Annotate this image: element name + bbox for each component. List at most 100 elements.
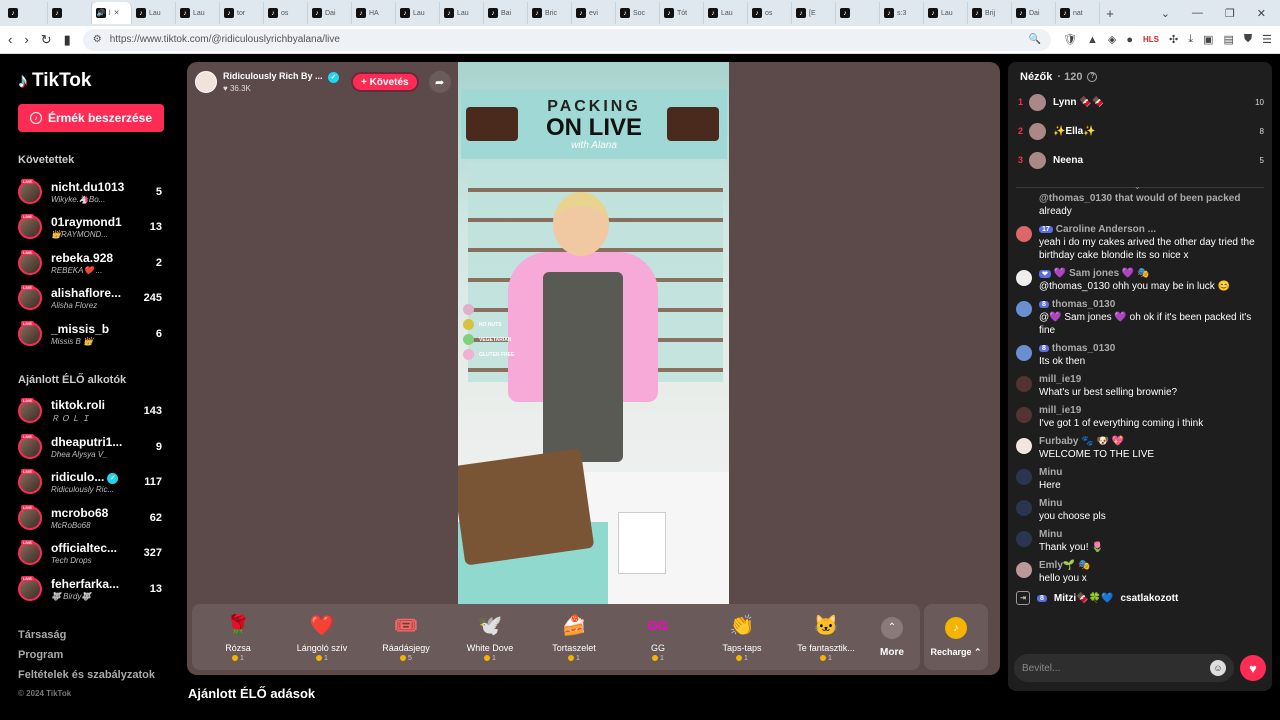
browser-tab[interactable]: ♪ nat bbox=[1056, 2, 1100, 24]
new-tab-button[interactable]: + bbox=[1100, 6, 1120, 21]
recharge-button[interactable]: ♪ Recharge ⌃ bbox=[924, 604, 988, 670]
vpn-icon[interactable]: ⛊ bbox=[1244, 33, 1252, 46]
chat-message[interactable]: Minu Here bbox=[1016, 467, 1266, 492]
gift-item[interactable]: GG GG 1 bbox=[616, 613, 700, 662]
browser-tab[interactable]: ♪ Bai bbox=[484, 2, 528, 24]
sidebar-icon[interactable]: ▣ bbox=[1203, 33, 1213, 46]
following-item[interactable]: LIVE _missis_b Missis B 👑 6 bbox=[18, 316, 182, 352]
suggested-creator-item[interactable]: LIVE tiktok.roli Ｒ Ｏ Ｌ Ｉ 143 bbox=[18, 394, 182, 430]
zoom-icon[interactable]: 🔍 bbox=[1029, 34, 1041, 45]
browser-tab[interactable]: 🔊 l ✕ bbox=[92, 2, 132, 24]
suggested-creator-item[interactable]: LIVE ridiculo... ✓ Ridiculously Ric... 117 bbox=[18, 465, 182, 501]
chat-message[interactable]: Furbaby 🐾 🐶 💖 WELCOME TO THE LIVE bbox=[1016, 436, 1266, 461]
more-gifts-button[interactable]: ⌃ More bbox=[868, 616, 916, 658]
suggested-creator-item[interactable]: LIVE mcrobo68 McRoBo68 62 bbox=[18, 500, 182, 536]
chat-message[interactable]: Emly🌱 🎭 hello you x bbox=[1016, 560, 1266, 585]
gift-item[interactable]: 🍰 Tortaszelet 1 bbox=[532, 613, 616, 662]
viewers-header[interactable]: Nézők · 120 ? bbox=[1020, 71, 1098, 83]
browser-tab[interactable]: ♪ Lau bbox=[396, 2, 440, 24]
info-icon[interactable]: ? bbox=[1087, 72, 1098, 82]
bookmark-icon[interactable]: ▮ bbox=[64, 32, 71, 48]
browser-tab[interactable]: ♪ Tót bbox=[660, 2, 704, 24]
footer-link-terms[interactable]: Feltételek és szabályzatok bbox=[18, 669, 182, 689]
browser-tab[interactable]: ♪ Lau bbox=[132, 2, 176, 24]
browser-tab[interactable]: ♪ bbox=[836, 2, 880, 24]
minimize-icon[interactable]: — bbox=[1192, 7, 1203, 19]
chevron-down-icon[interactable]: ⌄ bbox=[1134, 182, 1141, 191]
browser-tab[interactable]: ♪ evi bbox=[572, 2, 616, 24]
browser-tab[interactable]: ♪ Dai bbox=[1012, 2, 1056, 24]
chat-message[interactable]: mill_ie19 What's ur best selling brownie? bbox=[1016, 374, 1266, 399]
top-viewer-item[interactable]: 1 Lynn 🍫🍫 10 bbox=[1018, 92, 1264, 112]
top-viewer-item[interactable]: 3 Neena 5 bbox=[1018, 150, 1264, 170]
footer-link-company[interactable]: Társaság bbox=[18, 629, 182, 649]
site-info-icon[interactable]: ⚙ bbox=[93, 34, 102, 45]
back-icon[interactable]: ‹ bbox=[8, 32, 12, 47]
chat-messages[interactable]: @thomas_0130 that would of been packed al… bbox=[1016, 193, 1266, 648]
browser-tab[interactable]: ♪ s:3 bbox=[880, 2, 924, 24]
gift-item[interactable]: 🕊️ White Dove 1 bbox=[448, 613, 532, 662]
browser-tab[interactable]: ♪ Lau bbox=[440, 2, 484, 24]
triangle-icon[interactable]: ▲ bbox=[1087, 34, 1098, 46]
gift-item[interactable]: 🌹 Rózsa 1 bbox=[196, 613, 280, 662]
live-video[interactable]: PACKING ON LIVE with Alana NO NUTS VEGET… bbox=[458, 62, 729, 604]
browser-tab[interactable]: ♪ os bbox=[264, 2, 308, 24]
suggested-creator-item[interactable]: LIVE officialtec... Tech Drops 327 bbox=[18, 536, 182, 572]
chat-message[interactable]: Minu Thank you! 🌷 bbox=[1016, 529, 1266, 554]
following-item[interactable]: LIVE alishaflore... Alisha Florez 245 bbox=[18, 281, 182, 317]
get-coins-button[interactable]: ♪ Érmék beszerzése bbox=[18, 104, 164, 132]
hls-extension-icon[interactable]: HLS bbox=[1143, 35, 1159, 44]
chat-message[interactable]: 17 Caroline Anderson ... yeah i do my cake… bbox=[1016, 224, 1266, 262]
gift-item[interactable]: ❤️ Lángoló szív 1 bbox=[280, 613, 364, 662]
browser-tab[interactable]: ♪ bbox=[48, 2, 92, 24]
close-icon[interactable]: ✕ bbox=[1257, 7, 1266, 20]
browser-tab[interactable]: ♪ Bric bbox=[528, 2, 572, 24]
following-item[interactable]: LIVE 01raymond1 👑RAYMOND... 13 bbox=[18, 210, 182, 246]
browser-tab[interactable]: ♪ Lau bbox=[924, 2, 968, 24]
like-heart-button[interactable]: ♥ bbox=[1240, 655, 1266, 681]
chat-message[interactable]: @thomas_0130 that would of been packed al… bbox=[1016, 193, 1266, 218]
chat-input[interactable] bbox=[1022, 662, 1210, 674]
chat-message[interactable]: Minu you choose pls bbox=[1016, 498, 1266, 523]
browser-tab[interactable]: ♪ bbox=[4, 2, 48, 24]
browser-tab[interactable]: ♪ os bbox=[748, 2, 792, 24]
chat-message[interactable]: mill_ie19 I've got 1 of everything coming… bbox=[1016, 405, 1266, 430]
tab-search-icon[interactable]: ⌄ bbox=[1161, 7, 1170, 20]
share-icon[interactable]: ➦ bbox=[428, 71, 451, 93]
address-bar[interactable]: ⚙ https://www.tiktok.com/@ridiculouslyri… bbox=[82, 28, 1051, 51]
shield-icon[interactable]: 🛡 bbox=[1063, 33, 1077, 46]
wallet-icon[interactable]: ▤ bbox=[1223, 33, 1233, 46]
color-ext-icon[interactable]: ● bbox=[1126, 34, 1133, 46]
gift-item[interactable]: 🎟️ Ráadásjegy 5 bbox=[364, 613, 448, 662]
chat-message[interactable]: 8 thomas_0130 Its ok then bbox=[1016, 343, 1266, 368]
emoji-icon[interactable]: ☺ bbox=[1210, 660, 1226, 676]
browser-tab[interactable]: ♪ HA bbox=[352, 2, 396, 24]
browser-tab[interactable]: ♪ Brij bbox=[968, 2, 1012, 24]
browser-tab[interactable]: ♪ Lau bbox=[176, 2, 220, 24]
browser-tab[interactable]: ♪ [E bbox=[792, 2, 836, 24]
following-item[interactable]: LIVE rebeka.928 REBEKA❤️ ... 2 bbox=[18, 245, 182, 281]
browser-tab[interactable]: ♪ Lau bbox=[704, 2, 748, 24]
download-icon[interactable]: ⤓ bbox=[1188, 33, 1193, 46]
footer-link-program[interactable]: Program bbox=[18, 649, 182, 669]
reload-icon[interactable]: ↻ bbox=[41, 32, 52, 48]
browser-tab[interactable]: ♪ Soc bbox=[616, 2, 660, 24]
following-item[interactable]: LIVE nicht.du1013 Wikyke.🦄Bo... 5 bbox=[18, 174, 182, 210]
browser-tab[interactable]: ♪ tor bbox=[220, 2, 264, 24]
chat-message[interactable]: ❤ 💜 Sam jones 💜 🎭 @thomas_0130 ohh you may… bbox=[1016, 268, 1266, 293]
browser-tab[interactable]: ♪ Dai bbox=[308, 2, 352, 24]
suggested-creator-item[interactable]: LIVE feherfarka... 🐺 Birdy🐺 13 bbox=[18, 571, 182, 607]
suggested-creator-item[interactable]: LIVE dheaputri1... Dhea Alysya V_ 9 bbox=[18, 429, 182, 465]
chat-message[interactable]: 8 thomas_0130 @💜 Sam jones 💜 oh ok if it's… bbox=[1016, 299, 1266, 337]
tiktok-logo[interactable]: ♪ TikTok bbox=[18, 68, 182, 94]
restore-icon[interactable]: ❐ bbox=[1225, 7, 1235, 20]
ext-shield-icon[interactable]: ◈ bbox=[1108, 33, 1116, 46]
forward-icon[interactable]: › bbox=[24, 32, 28, 47]
follow-button[interactable]: + Követés bbox=[351, 72, 419, 92]
puzzle-icon[interactable]: ✣ bbox=[1169, 33, 1178, 46]
tab-close-icon[interactable]: ✕ bbox=[114, 9, 120, 17]
gift-item[interactable]: 👏 Taps-taps 1 bbox=[700, 613, 784, 662]
gift-item[interactable]: 🐱 Te fantasztik... 1 bbox=[784, 613, 868, 662]
chat-input-box[interactable]: ☺ bbox=[1014, 654, 1234, 682]
top-viewer-item[interactable]: 2 ✨Ella✨ 8 bbox=[1018, 121, 1264, 141]
